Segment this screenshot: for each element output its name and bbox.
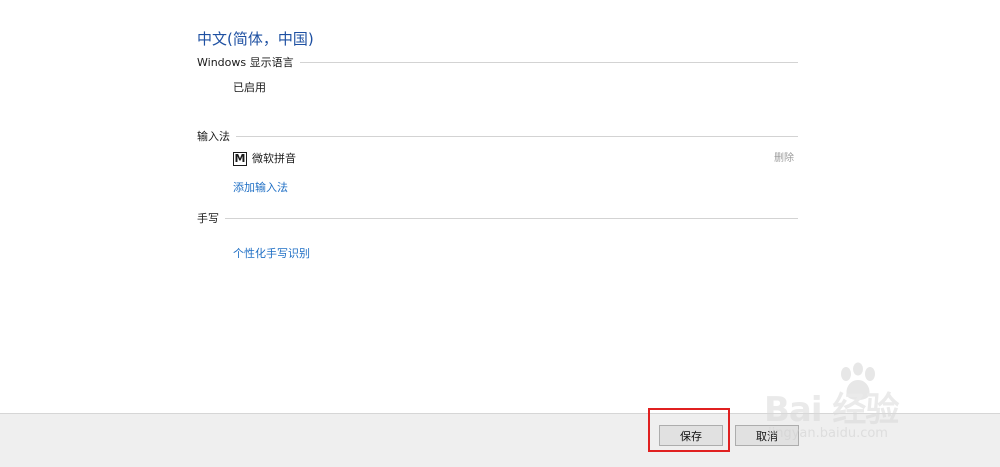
ime-m-icon: M	[233, 152, 247, 166]
divider	[236, 135, 798, 137]
section-handwriting: 手写	[197, 211, 798, 225]
footer-bar: 保存 取消	[0, 413, 1000, 467]
remove-input-method-button[interactable]: 删除	[774, 152, 794, 166]
cancel-button[interactable]: 取消	[735, 425, 799, 446]
divider	[225, 217, 798, 219]
section-header-input-methods: 输入法	[197, 130, 230, 143]
language-options-page: 中文(简体，中国) Windows 显示语言 已启用 输入法 M 微软拼音 删除…	[0, 0, 1000, 467]
personalize-handwriting-link[interactable]: 个性化手写识别	[233, 245, 310, 261]
page-title: 中文(简体，中国)	[197, 30, 314, 48]
section-header-handwriting: 手写	[197, 212, 219, 225]
baidu-paw-icon	[841, 362, 875, 400]
section-display-language: Windows 显示语言	[197, 55, 798, 69]
divider	[299, 61, 798, 63]
section-header-display-language: Windows 显示语言	[197, 56, 294, 69]
input-method-item[interactable]: M 微软拼音 删除	[233, 152, 798, 168]
section-input-methods: 输入法	[197, 129, 798, 143]
add-input-method-link[interactable]: 添加输入法	[233, 179, 288, 195]
save-button[interactable]: 保存	[659, 425, 723, 446]
display-language-status: 已启用	[233, 81, 266, 94]
input-method-name: 微软拼音	[252, 152, 296, 165]
